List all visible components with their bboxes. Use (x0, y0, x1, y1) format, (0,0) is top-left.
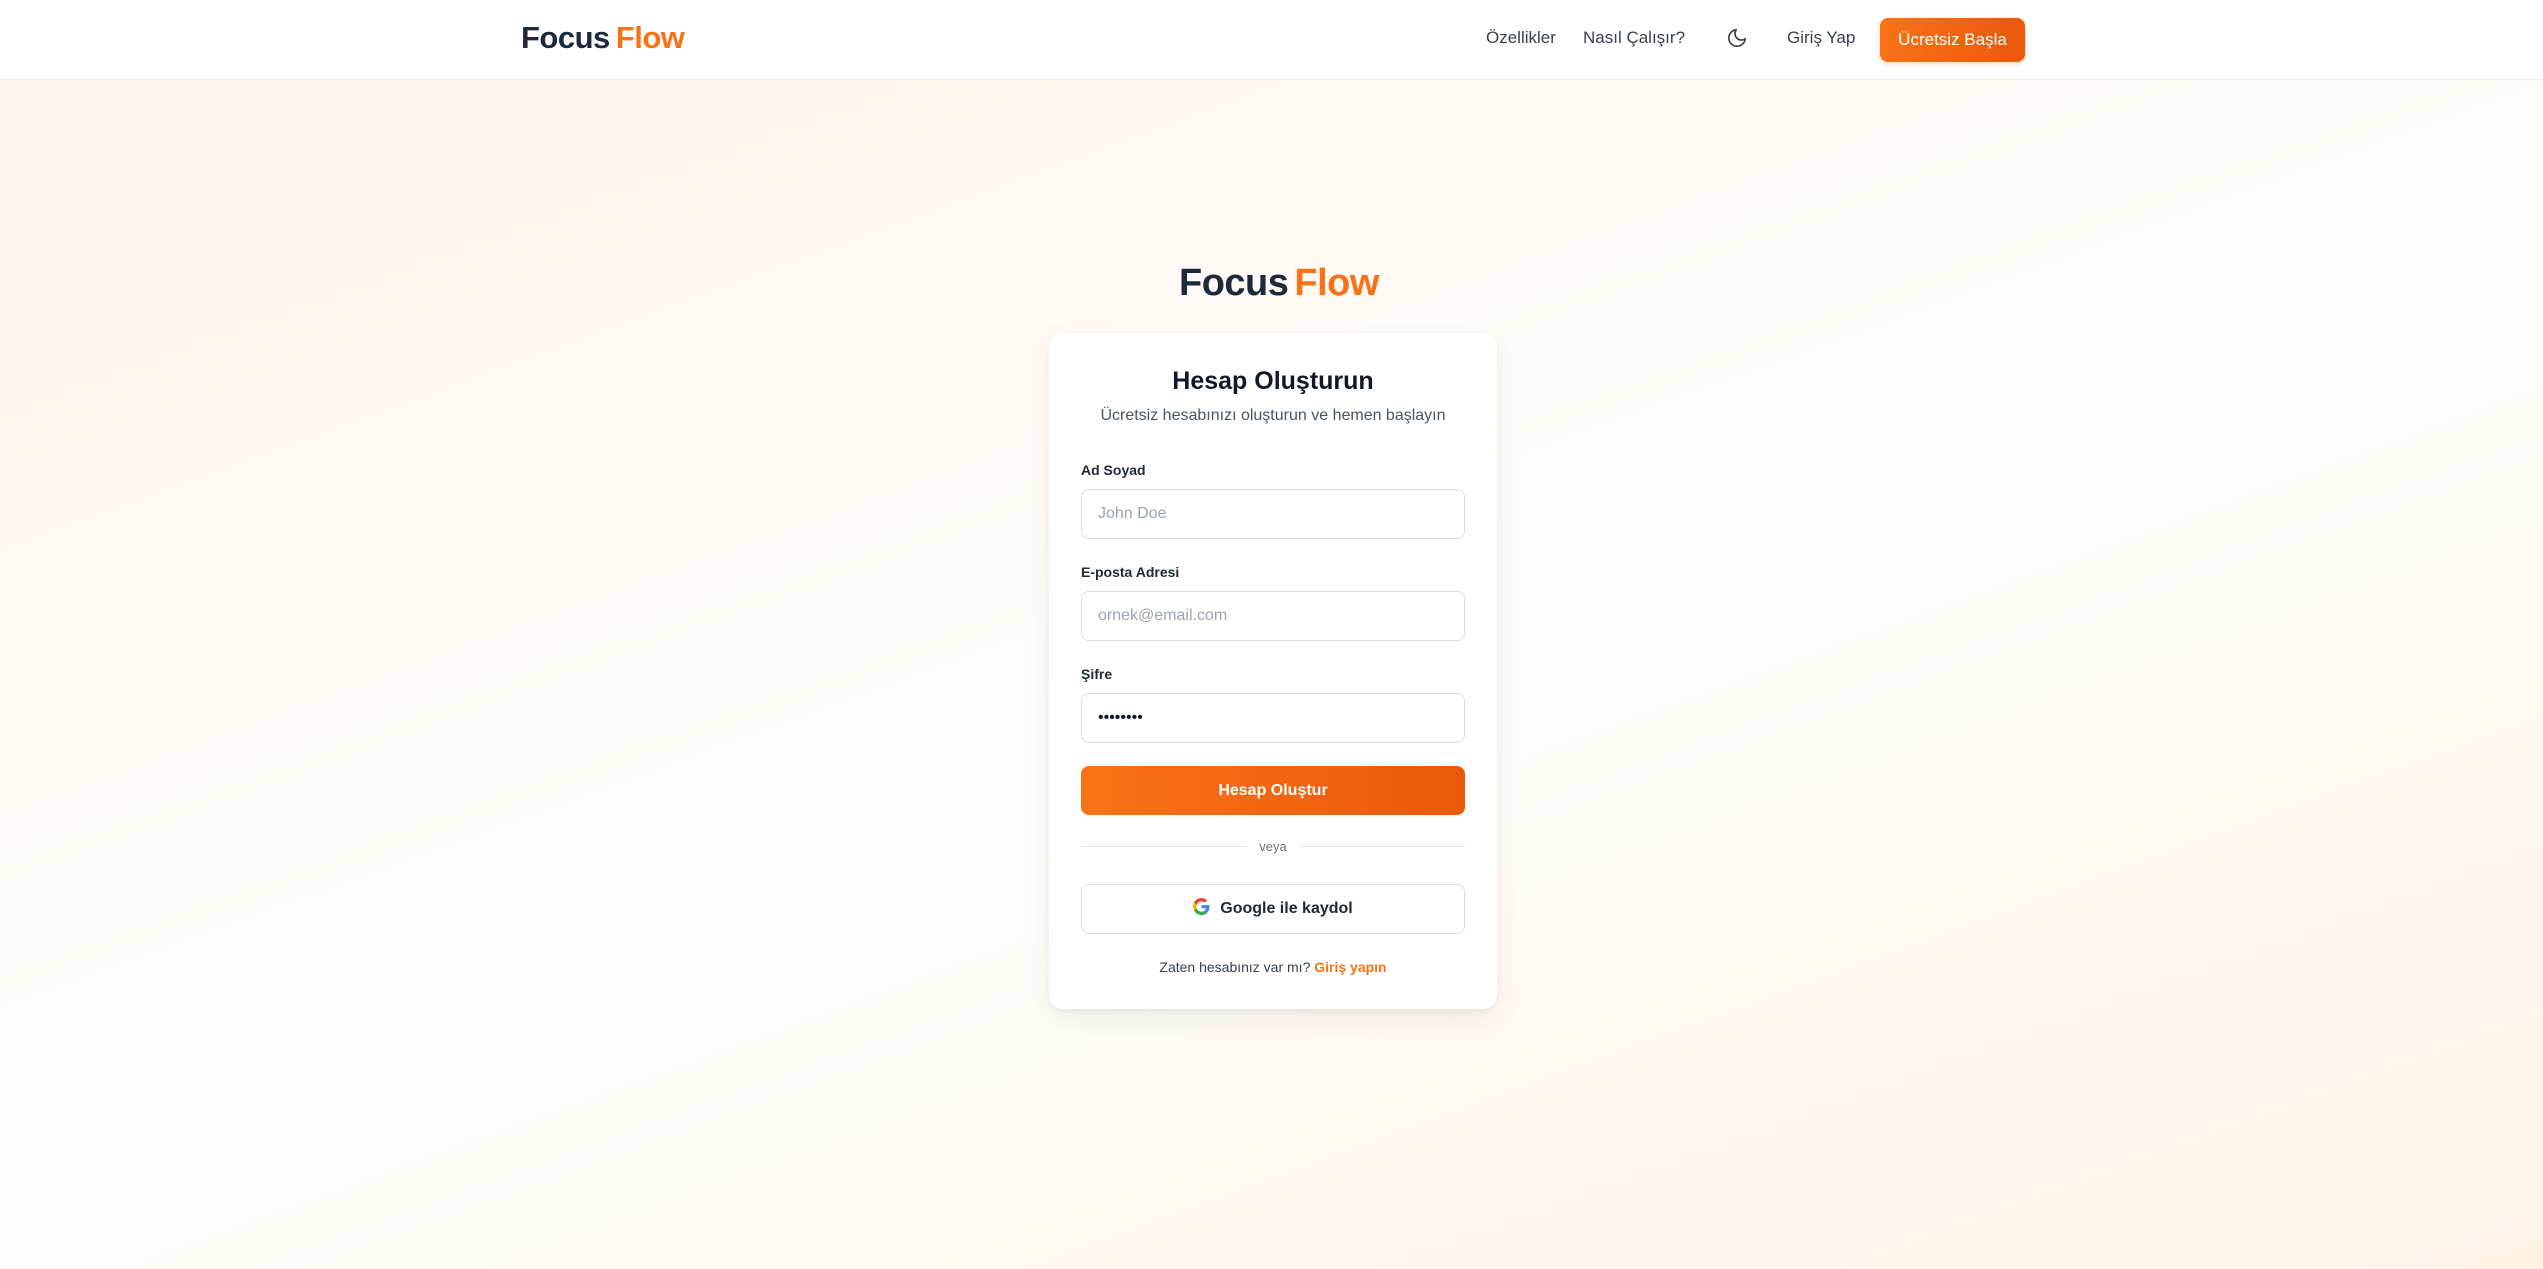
nav-link-how-it-works[interactable]: Nasıl Çalışır? (1583, 28, 1685, 48)
navbar-logo[interactable]: Focus Flow (521, 20, 685, 56)
brand-logo: Focus Flow (1179, 262, 1379, 305)
google-signup-button[interactable]: Google ile kaydol (1081, 884, 1465, 934)
navbar-logo-focus: Focus (521, 20, 610, 55)
free-start-button[interactable]: Ücretsiz Başla (1880, 18, 2025, 62)
divider-text: veya (1259, 838, 1287, 854)
top-navbar: Focus Flow Özellikler Nasıl Çalışır? Gir… (0, 0, 2543, 80)
google-icon (1193, 898, 1210, 920)
page-title: Hesap Oluşturun (1172, 367, 1374, 395)
signup-card: Hesap Oluşturun Ücretsiz hesabınızı oluş… (1049, 333, 1497, 1009)
page-subtitle: Ücretsiz hesabınızı oluşturun ve hemen b… (1100, 407, 1446, 424)
navbar-logo-flow: Flow (615, 20, 685, 55)
name-input[interactable] (1081, 489, 1465, 539)
moon-icon[interactable] (1726, 27, 1748, 49)
create-account-button[interactable]: Hesap Oluştur (1081, 766, 1465, 815)
login-prompt: Zaten hesabınız var mı? Giriş yapın (1049, 959, 1497, 975)
or-divider: veya (1081, 838, 1465, 854)
divider-line-right (1298, 845, 1465, 847)
divider-line-left (1081, 845, 1248, 847)
brand-logo-focus: Focus (1179, 262, 1289, 304)
email-label: E-posta Adresi (1081, 564, 1180, 580)
name-label: Ad Soyad (1081, 462, 1146, 478)
password-input[interactable] (1081, 693, 1465, 743)
google-signup-label: Google ile kaydol (1220, 900, 1353, 917)
nav-link-features[interactable]: Özellikler (1486, 28, 1556, 48)
password-label: Şifre (1081, 666, 1113, 682)
login-prompt-text: Zaten hesabınız var mı? (1159, 959, 1311, 975)
login-link[interactable]: Giriş yapın (1314, 959, 1386, 975)
brand-logo-flow: Flow (1294, 262, 1379, 304)
nav-login-link[interactable]: Giriş Yap (1787, 28, 1855, 48)
email-input[interactable] (1081, 591, 1465, 641)
